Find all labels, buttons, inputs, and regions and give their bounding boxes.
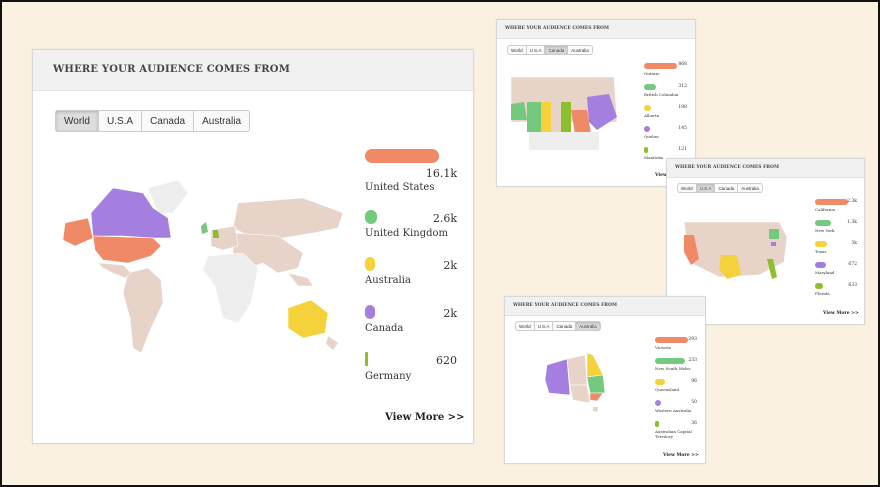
legend-label: Queensland xyxy=(655,387,680,392)
legend-bar-florida xyxy=(815,283,823,289)
region-tabs: World U.S.A Canada Australia xyxy=(515,321,601,331)
widget-header: WHERE YOUR AUDIENCE COMES FROM xyxy=(33,50,473,91)
legend-value: 233 xyxy=(688,358,697,363)
tab-usa[interactable]: U.S.A xyxy=(99,111,143,131)
tab-world[interactable]: World xyxy=(516,322,535,330)
legend-bar-texas xyxy=(815,241,827,247)
world-map[interactable] xyxy=(53,168,353,368)
tab-canada[interactable]: Canada xyxy=(545,46,569,54)
legend-value: 620 xyxy=(436,354,457,367)
tab-usa[interactable]: U.S.A xyxy=(696,184,716,192)
legend-bar-germany xyxy=(365,352,368,366)
legend-bar-british-columbia xyxy=(644,84,656,90)
legend-label: Australian Capital Territory xyxy=(655,429,692,439)
tab-canada[interactable]: Canada xyxy=(553,322,577,330)
legend-label: New South Wales xyxy=(655,366,691,371)
tab-australia[interactable]: Australia xyxy=(194,111,249,131)
main-audience-widget: WHERE YOUR AUDIENCE COMES FROM World U.S… xyxy=(32,49,474,444)
legend-bar-western-australia xyxy=(655,400,661,406)
tab-world[interactable]: World xyxy=(678,184,697,192)
legend-bar-australia xyxy=(365,257,375,271)
legend-value: 312 xyxy=(678,84,687,89)
usa-map[interactable] xyxy=(679,217,791,283)
legend-value: 2.6k xyxy=(432,212,457,225)
legend-value: 3k xyxy=(851,241,857,246)
legend-value: 36 xyxy=(691,421,697,426)
tab-world[interactable]: World xyxy=(56,111,99,131)
legend-label: Florida xyxy=(815,291,830,296)
legend-label: Ontario xyxy=(644,71,660,76)
widget-header: WHERE YOUR AUDIENCE COMES FROM xyxy=(497,20,695,39)
legend-label: Canada xyxy=(365,323,404,334)
legend-label: Victoria xyxy=(655,345,671,350)
legend-value: 121 xyxy=(678,147,687,152)
legend-value: 2k xyxy=(443,307,457,320)
region-tabs: World U.S.A Canada Australia xyxy=(677,183,763,193)
legend-bar-manitoba xyxy=(644,147,648,153)
view-more-link[interactable]: View More >> xyxy=(663,453,699,458)
tab-australia[interactable]: Australia xyxy=(568,46,592,54)
legend-bar-australian-capital-territory xyxy=(655,421,659,427)
widget-title: WHERE YOUR AUDIENCE COMES FROM xyxy=(505,26,609,31)
legend-label: Manitoba xyxy=(644,155,664,160)
region-tabs: World U.S.A Canada Australia xyxy=(507,45,593,55)
legend-value: 293 xyxy=(688,337,697,342)
legend-value: 145 xyxy=(678,126,687,131)
view-more-link[interactable]: View More >> xyxy=(823,311,859,316)
legend-label: California xyxy=(815,207,836,212)
legend-bar-united-states xyxy=(365,149,439,163)
page-background: WHERE YOUR AUDIENCE COMES FROM World U.S… xyxy=(0,0,880,487)
legend-bar-new-york xyxy=(815,220,831,226)
legend-value: 2k xyxy=(443,259,457,272)
tab-canada[interactable]: Canada xyxy=(142,111,195,131)
legend-value: 633 xyxy=(848,283,857,288)
widget-title: WHERE YOUR AUDIENCE COMES FROM xyxy=(675,165,779,170)
widget-header: WHERE YOUR AUDIENCE COMES FROM xyxy=(505,297,705,316)
widget-header: WHERE YOUR AUDIENCE COMES FROM xyxy=(667,159,864,178)
legend-value: 1.3k xyxy=(847,220,857,225)
legend-label: British Columbia xyxy=(644,92,679,97)
legend-label: Australia xyxy=(365,275,411,286)
legend-value: 96 xyxy=(691,379,697,384)
legend-label: Quebec xyxy=(644,134,660,139)
region-tabs: World U.S.A Canada Australia xyxy=(55,110,250,132)
legend-label: Western Australia xyxy=(655,408,692,413)
legend-label: Maryland xyxy=(815,270,835,275)
legend-value: 16.1k xyxy=(425,167,457,180)
widget-title: WHERE YOUR AUDIENCE COMES FROM xyxy=(513,303,617,308)
legend-bar-queensland xyxy=(655,379,665,385)
tab-world[interactable]: World xyxy=(508,46,527,54)
legend-bar-quebec xyxy=(644,126,650,132)
tab-australia[interactable]: Australia xyxy=(576,322,600,330)
legend-value: 198 xyxy=(678,105,687,110)
legend-label: United Kingdom xyxy=(365,228,448,239)
legend-label: New York xyxy=(815,228,835,233)
tab-australia[interactable]: Australia xyxy=(738,184,762,192)
legend-label: United States xyxy=(365,182,435,193)
legend-label: Texas xyxy=(815,249,827,254)
legend-bar-canada xyxy=(365,305,375,319)
legend-label: Alberta xyxy=(644,113,659,118)
legend-value: 50 xyxy=(691,400,697,405)
tab-usa[interactable]: U.S.A xyxy=(527,46,546,54)
canada-map[interactable] xyxy=(509,72,621,152)
view-more-link[interactable]: View More >> xyxy=(385,412,464,423)
tab-usa[interactable]: U.S.A xyxy=(535,322,554,330)
widget-title: WHERE YOUR AUDIENCE COMES FROM xyxy=(53,64,290,75)
legend-value: 868 xyxy=(678,62,687,67)
legend-bar-alberta xyxy=(644,105,651,111)
australia-map[interactable] xyxy=(535,345,635,415)
tab-canada[interactable]: Canada xyxy=(715,184,739,192)
legend-value: 672 xyxy=(848,262,857,267)
legend-bar-united-kingdom xyxy=(365,210,377,224)
legend-bar-maryland xyxy=(815,262,826,268)
legend-label: Germany xyxy=(365,371,412,382)
australia-audience-widget: WHERE YOUR AUDIENCE COMES FROM World U.S… xyxy=(504,296,706,464)
legend-value: 2.3k xyxy=(847,199,857,204)
